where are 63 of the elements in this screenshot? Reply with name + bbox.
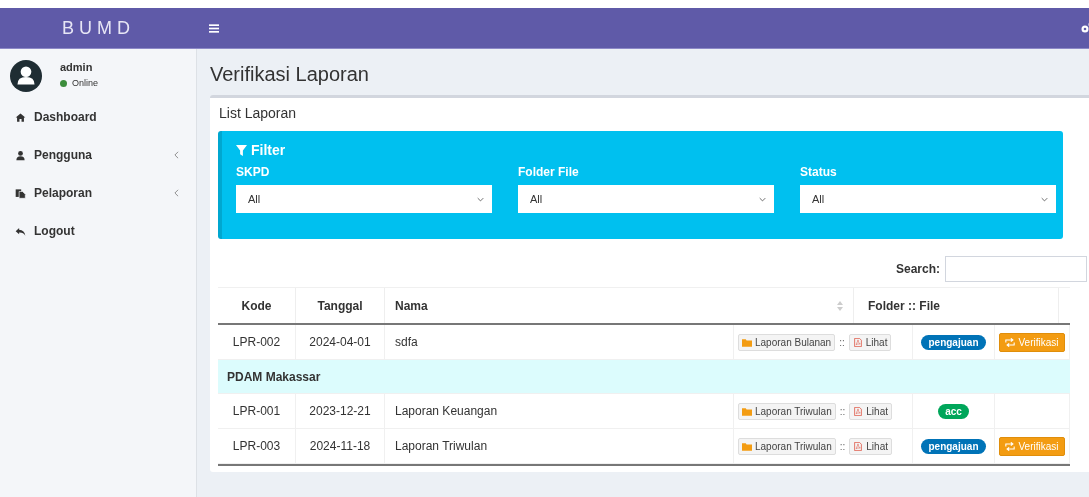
column-header[interactable]: Nama [385,288,854,323]
folder-button[interactable]: Laporan Triwulan [738,437,836,455]
column-header[interactable]: Folder :: File [854,288,1059,323]
status-dot [60,79,67,87]
refresh-icon [1005,337,1016,347]
pdf-file-icon [853,441,864,451]
user-icon [15,149,26,161]
sidebar-item[interactable]: Logout [0,212,196,250]
table-cell: LPR-001 [218,394,296,428]
status-badge: pengajuan [921,438,986,454]
menu-icon [209,23,219,33]
table-cell: sdfa [385,325,734,359]
field-label: Status [800,165,838,179]
sort-icon [837,300,843,311]
documents-icon [15,187,26,199]
dropdown[interactable]: All [800,185,1056,213]
pdf-file-icon [852,337,863,347]
table-cell: 2023-12-21 [296,394,385,428]
view-file-button[interactable]: Lihat [849,402,892,420]
dropdown[interactable]: All [236,185,492,213]
view-file-button[interactable]: Lihat [849,437,892,455]
chevron-down-icon [759,196,766,202]
folder-button[interactable]: Laporan Triwulan [738,402,836,420]
table-cell: 2024-11-18 [296,429,385,463]
filter-title: Filter [251,142,286,158]
refresh-icon [1005,441,1016,451]
search-field[interactable] [945,256,1087,282]
sidebar-item[interactable]: Pelaporan [0,174,196,212]
sidebar-item[interactable]: Pengguna [0,136,196,174]
separator: :: [839,336,845,348]
dropdown[interactable]: All [518,185,774,213]
status-badge: acc [938,403,969,419]
card-title: List Laporan [218,104,298,123]
house-icon [15,111,26,123]
table-cell: LPR-003 [218,429,296,463]
user-status: Online [72,78,98,88]
separator: :: [839,405,846,417]
pdf-file-icon [853,406,864,416]
view-file-button[interactable]: Lihat [848,333,892,351]
separator: :: [839,440,846,452]
table-cell: LPR-002 [218,325,296,359]
filter-icon [236,144,247,156]
column-header[interactable]: Kode [218,288,296,323]
field-label: Folder File [518,165,580,179]
table-cell: Laporan Keuangan [385,394,734,428]
brand-logo: BUMD [61,17,136,39]
group-label: PDAM Makassar [227,369,321,384]
chevron-down-icon [477,196,484,202]
table-cell: 2024-04-01 [296,325,385,359]
avatar-icon [10,60,42,92]
field-label: SKPD [236,165,271,179]
folder-icon [742,406,752,416]
chevron-down-icon [1041,196,1048,202]
status-badge: pengajuan [921,334,986,350]
table-cell: Laporan Triwulan [385,429,734,463]
search-label: Search: [895,262,940,276]
column-header[interactable]: Tanggal [296,288,385,323]
page-title: Verifikasi Laporan [210,63,370,86]
user-name: admin [60,61,94,73]
folder-icon [742,441,752,451]
folder-button[interactable]: Laporan Bulanan [738,333,836,351]
folder-icon [742,337,752,347]
sidebar-item[interactable]: Dashboard [0,98,196,136]
